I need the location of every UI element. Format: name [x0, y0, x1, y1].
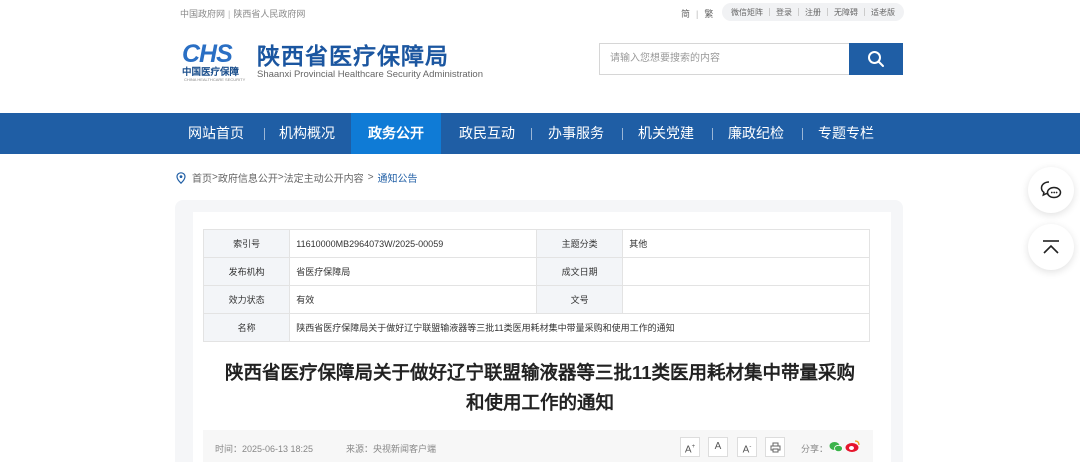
- date-label: 成文日期: [535, 257, 624, 286]
- search-input[interactable]: 请输入您想要搜索的内容: [599, 43, 849, 75]
- article-title-line-1: 陕西省医疗保障局关于做好辽宁联盟输液器等三批11类医用耗材集中带量采购: [224, 362, 856, 383]
- site-english-name: Shaanxi Provincial Healthcare Security A…: [257, 69, 483, 80]
- nav-divider: [264, 128, 265, 140]
- tool-divider: [798, 8, 799, 16]
- logo-cn-text: 中国医疗保障: [182, 67, 240, 78]
- name-label: 名称: [202, 313, 291, 342]
- simplified-chinese-link[interactable]: 简: [681, 9, 690, 19]
- font-medium-label: A: [714, 441, 722, 452]
- lang-separator: |: [696, 9, 699, 19]
- wechat-matrix-link[interactable]: 微信矩阵: [731, 7, 763, 18]
- tool-divider: [827, 8, 828, 16]
- traditional-chinese-link[interactable]: 繁: [704, 9, 713, 19]
- language-switch: 简 | 繁: [681, 7, 713, 20]
- chs-logo[interactable]: CHS 中国医疗保障 CHINA HEALTHCARE SECURITY: [182, 40, 246, 86]
- chat-icon: [1040, 181, 1062, 199]
- font-medium-button[interactable]: A: [708, 437, 728, 457]
- search-button[interactable]: [849, 43, 903, 75]
- publisher-value: 省医疗保障局: [289, 257, 537, 286]
- index-value: 11610000MB2964073W/2025-00059: [289, 229, 537, 258]
- font-large-button[interactable]: A+: [680, 437, 700, 457]
- breadcrumb-home[interactable]: 首页: [192, 170, 212, 185]
- status-value: 有效: [289, 285, 537, 314]
- publisher-label: 发布机构: [202, 257, 291, 286]
- logo-en-text: CHINA HEALTHCARE SECURITY: [184, 77, 246, 82]
- breadcrumb-gov-info[interactable]: 政府信息公开: [218, 170, 278, 185]
- elderly-mode-link[interactable]: 适老版: [871, 7, 895, 18]
- top-tools: 微信矩阵 登录 注册 无障碍 适老版: [722, 3, 904, 21]
- docno-value: [622, 285, 870, 314]
- docno-label: 文号: [535, 285, 624, 314]
- name-value: 陕西省医疗保障局关于做好辽宁联盟输液器等三批11类医用耗材集中带量采购和使用工作…: [289, 313, 870, 342]
- back-to-top-icon: [1043, 240, 1059, 254]
- nav-home[interactable]: 网站首页: [176, 113, 256, 154]
- table-row: 发布机构 省医疗保障局 成文日期: [202, 257, 870, 286]
- document-meta-table: 索引号 11610000MB2964073W/2025-00059 主题分类 其…: [202, 229, 870, 342]
- topic-label: 主题分类: [535, 229, 624, 258]
- tool-divider: [864, 8, 865, 16]
- table-row: 名称 陕西省医疗保障局关于做好辽宁联盟输液器等三批11类医用耗材集中带量采购和使…: [202, 313, 870, 342]
- tool-divider: [769, 8, 770, 16]
- font-large-label: A: [684, 444, 692, 456]
- nav-divider: [622, 128, 623, 140]
- login-link[interactable]: 登录: [776, 7, 792, 18]
- nav-party[interactable]: 机关党建: [626, 113, 706, 154]
- font-small-button[interactable]: A-: [737, 437, 757, 457]
- index-label: 索引号: [202, 229, 291, 258]
- share-label: 分享：: [801, 444, 829, 454]
- breadcrumb-sep: >: [367, 172, 374, 183]
- search-icon: [868, 51, 884, 67]
- nav-interaction[interactable]: 政民互动: [447, 113, 527, 154]
- article-title-line-2: 和使用工作的通知: [465, 392, 614, 413]
- online-chat-button[interactable]: [1028, 167, 1074, 213]
- nav-divider: [531, 128, 532, 140]
- nav-integrity[interactable]: 廉政纪检: [716, 113, 796, 154]
- breadcrumb-current[interactable]: 通知公告: [378, 170, 418, 185]
- shaanxi-gov-link[interactable]: 陕西省人民政府网: [233, 9, 305, 19]
- topic-value: 其他: [622, 229, 870, 258]
- nav-topics[interactable]: 专题专栏: [806, 113, 886, 154]
- table-row: 效力状态 有效 文号: [202, 285, 870, 314]
- nav-divider: [712, 128, 713, 140]
- breadcrumb: 首页 > 政府信息公开 > 法定主动公开内容 > 通知公告: [176, 170, 418, 185]
- search-box: 请输入您想要搜索的内容: [599, 43, 903, 75]
- article-source: 来源：央视新闻客户端: [346, 444, 437, 454]
- location-pin-icon: [176, 171, 186, 184]
- site-name: 陕西省医疗保障局: [257, 43, 449, 69]
- nav-services[interactable]: 办事服务: [536, 113, 616, 154]
- register-link[interactable]: 注册: [805, 7, 821, 18]
- top-links: 中国政府网 | 陕西省人民政府网: [180, 7, 305, 20]
- gov-cn-link[interactable]: 中国政府网: [180, 9, 225, 19]
- article-info-bar: 时间：2025-06-13 18:25 来源：央视新闻客户端 A+ A A- 分…: [203, 430, 873, 462]
- date-value: [622, 257, 870, 286]
- nav-divider: [802, 128, 803, 140]
- status-label: 效力状态: [202, 285, 291, 314]
- table-row: 索引号 11610000MB2964073W/2025-00059 主题分类 其…: [202, 229, 870, 258]
- article-title: 陕西省医疗保障局关于做好辽宁联盟输液器等三批11类医用耗材集中带量采购 和使用工…: [203, 358, 877, 418]
- nav-about[interactable]: 机构概况: [267, 113, 347, 154]
- link-separator: |: [228, 9, 231, 19]
- top-utility-bar: 中国政府网 | 陕西省人民政府网 简 | 繁 微信矩阵 登录 注册 无障碍 适老版: [0, 0, 1080, 26]
- site-header: CHS 中国医疗保障 CHINA HEALTHCARE SECURITY 陕西省…: [0, 26, 1080, 113]
- wechat-share-icon[interactable]: [829, 441, 843, 453]
- publish-time: 时间：2025-06-13 18:25: [215, 444, 314, 454]
- weibo-share-icon[interactable]: [845, 439, 861, 453]
- accessibility-link[interactable]: 无障碍: [834, 7, 858, 18]
- print-button[interactable]: [765, 437, 785, 457]
- main-nav: 网站首页 机构概况 政务公开 政民互动 办事服务 机关党建 廉政纪检 专题专栏: [0, 113, 1080, 154]
- back-to-top-button[interactable]: [1028, 224, 1074, 270]
- breadcrumb-statutory[interactable]: 法定主动公开内容: [284, 170, 364, 185]
- nav-gov-affairs[interactable]: 政务公开: [351, 113, 441, 154]
- print-icon: [770, 442, 780, 453]
